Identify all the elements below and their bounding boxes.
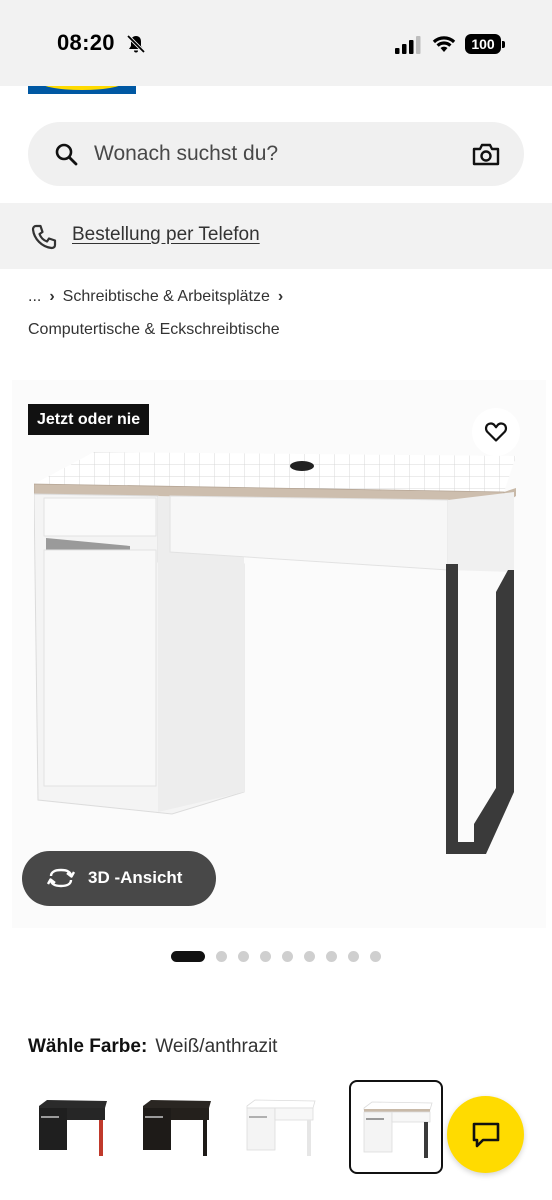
pagination-dot[interactable] [370,951,381,962]
color-value: Weiß/anthrazit [155,1036,278,1057]
search-placeholder: Wonach suchst du? [94,142,279,165]
chat-icon [472,1122,500,1148]
ikea-logo[interactable] [28,86,136,94]
color-selector-heading: Wähle Farbe: Weiß/anthrazit [28,1036,277,1058]
color-option-black-brown-red[interactable] [26,1080,120,1174]
desk-thumbnail [39,1100,107,1156]
pagination-dot[interactable] [216,951,227,962]
search-input[interactable]: Wonach suchst du? [28,122,524,186]
chevron-right-icon: › [49,288,55,305]
breadcrumb-level-1[interactable]: Schreibtische & Arbeitsplätze [63,288,270,305]
battery-level: 100 [465,34,501,54]
breadcrumb-ellipsis[interactable]: ... [28,288,41,305]
rotate-3d-icon [46,868,76,888]
pagination-dot[interactable] [238,951,249,962]
chevron-right-icon: › [277,288,284,305]
pagination-dot[interactable] [348,951,359,962]
heart-icon [484,422,508,442]
camera-icon[interactable] [472,142,500,166]
breadcrumb-level-2[interactable]: Computertische & Eckschreibtische [28,321,280,338]
pagination-dot[interactable] [304,951,315,962]
search-icon [55,143,78,166]
cellular-signal-icon [395,36,421,54]
product-image-desk [34,452,516,854]
desk-thumbnail [246,1099,316,1156]
view-3d-label: 3D -Ansicht [88,868,183,887]
product-gallery[interactable] [12,380,546,928]
promo-badge: Jetzt oder nie [28,404,150,435]
color-option-white[interactable] [234,1080,328,1174]
pagination-dot[interactable] [260,951,271,962]
status-time: 08:20 [57,30,115,55]
phone-icon [31,224,57,250]
desk-thumbnail [363,1101,433,1158]
phone-order-bar: Bestellung per Telefon [0,203,552,269]
color-option-black-brown[interactable] [130,1080,224,1174]
wifi-icon [432,36,456,52]
status-bar: 08:20 100 [0,0,552,86]
bell-muted-icon [126,34,146,54]
battery-icon: 100 [465,34,505,54]
pagination-dot[interactable] [326,951,337,962]
view-3d-button[interactable]: 3D -Ansicht [22,851,216,906]
color-option-white-anthracite[interactable] [349,1080,443,1174]
chat-button[interactable] [447,1096,524,1173]
desk-thumbnail [143,1100,211,1156]
favourite-button[interactable] [472,408,520,456]
phone-order-link[interactable]: Bestellung per Telefon [72,224,260,246]
pagination-dot-active[interactable] [171,951,205,962]
pagination-dot[interactable] [282,951,293,962]
color-label: Wähle Farbe: [28,1036,148,1057]
